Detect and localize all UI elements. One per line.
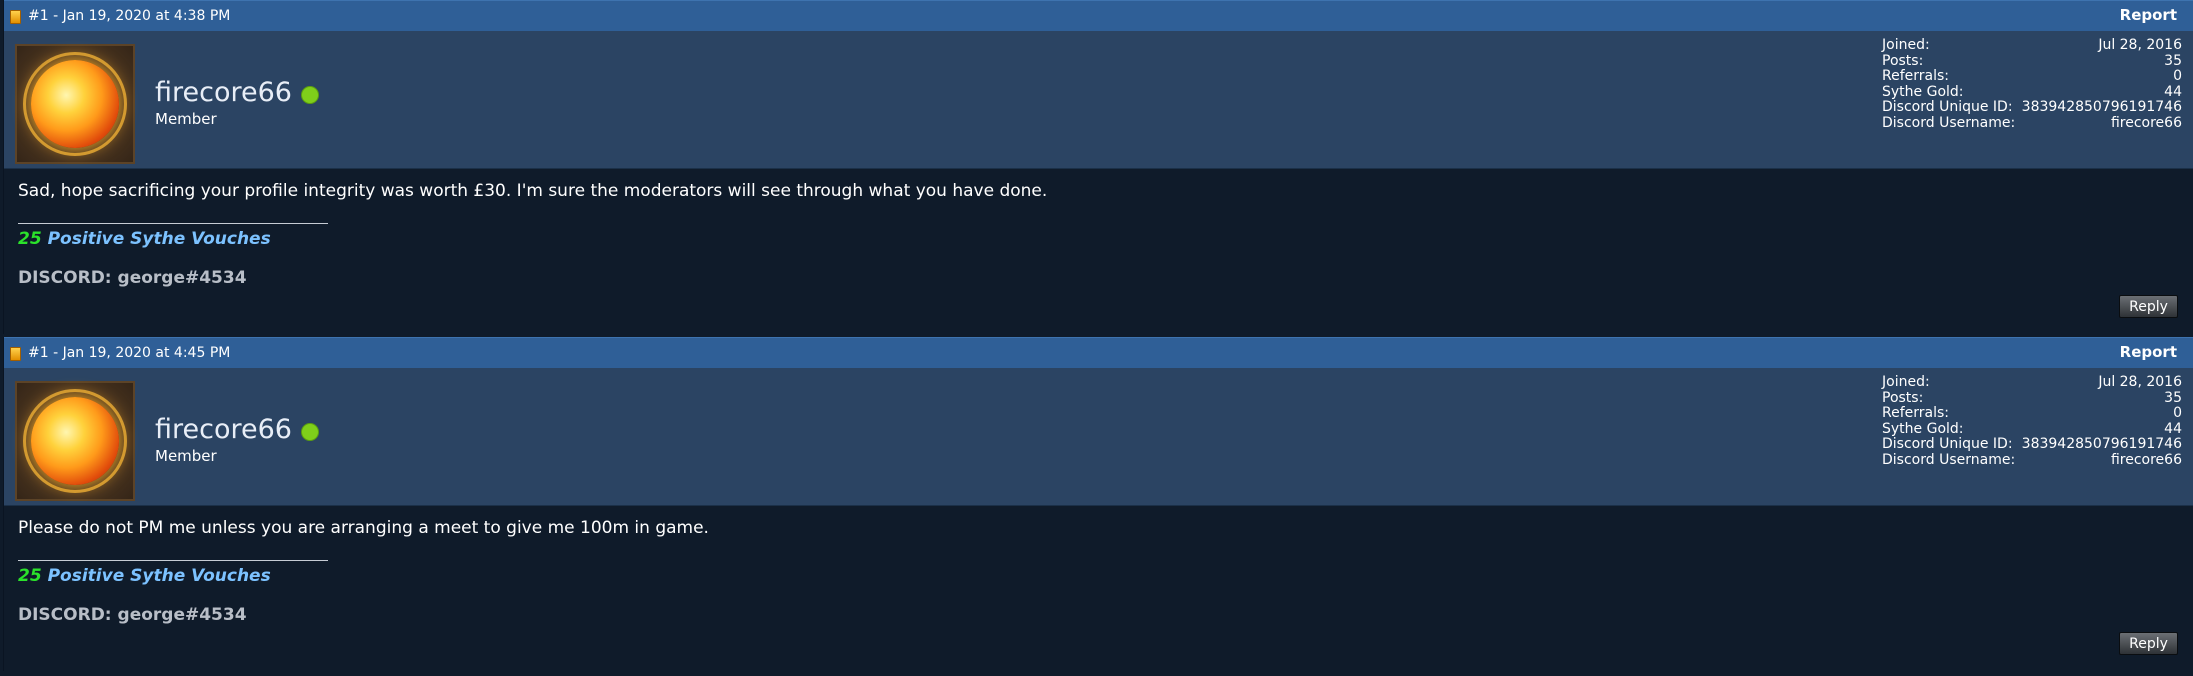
- username[interactable]: firecore66: [155, 77, 292, 109]
- user-info-bar: firecore66 Member Joined: Jul 28, 2016 Po…: [4, 31, 2193, 169]
- post-meta: #1 - Jan 19, 2020 at 4:38 PM: [28, 8, 231, 24]
- signature-divider: [18, 223, 328, 224]
- post-message: Please do not PM me unless you are arran…: [18, 518, 709, 538]
- signature-divider: [18, 560, 328, 561]
- avatar[interactable]: [15, 381, 135, 501]
- stat-posts: Posts: 35: [1882, 389, 2182, 406]
- post-body: Sad, hope sacrificing your profile integ…: [4, 169, 2193, 334]
- stat-discord-id: Discord Unique ID: 383942850796191746: [1882, 436, 2182, 453]
- vouch-link[interactable]: Positive Sythe Vouches: [48, 229, 271, 249]
- user-info-bar: firecore66 Member Joined: Jul 28, 2016 Po…: [4, 368, 2193, 506]
- stat-discord-id: Discord Unique ID: 383942850796191746: [1882, 99, 2182, 116]
- signature-discord: DISCORD: george#4534: [18, 605, 247, 625]
- signature-discord: DISCORD: george#4534: [18, 268, 247, 288]
- stat-joined: Joined: Jul 28, 2016: [1882, 37, 2182, 53]
- post-body: Please do not PM me unless you are arran…: [4, 506, 2193, 671]
- report-link[interactable]: Report: [2120, 7, 2177, 24]
- post-status-icon: [10, 347, 21, 361]
- reply-button[interactable]: Reply: [2119, 632, 2178, 655]
- post-meta: #1 - Jan 19, 2020 at 4:45 PM: [28, 345, 231, 361]
- stat-posts: Posts: 35: [1882, 52, 2182, 69]
- forum-post: #1 - Jan 19, 2020 at 4:38 PM Report fire…: [3, 0, 2193, 334]
- vouch-line: 25 Positive Sythe Vouches: [18, 566, 271, 586]
- reply-button[interactable]: Reply: [2119, 295, 2178, 318]
- stat-sythe-gold: Sythe Gold: 44: [1882, 83, 2182, 100]
- stat-referrals: Referrals: 0: [1882, 405, 2182, 422]
- vouch-count: 25: [18, 566, 42, 586]
- user-title: Member: [155, 447, 217, 465]
- online-indicator-icon: [301, 86, 319, 104]
- forum-post: #1 - Jan 19, 2020 at 4:45 PM Report fire…: [3, 337, 2193, 671]
- stat-sythe-gold: Sythe Gold: 44: [1882, 420, 2182, 437]
- stat-joined: Joined: Jul 28, 2016: [1882, 374, 2182, 390]
- stat-discord-username: Discord Username: firecore66: [1882, 451, 2182, 468]
- user-stats: Joined: Jul 28, 2016 Posts: 35 Referrals: 0…: [1882, 374, 2182, 469]
- username[interactable]: firecore66: [155, 414, 292, 446]
- report-link[interactable]: Report: [2120, 344, 2177, 361]
- vouch-link[interactable]: Positive Sythe Vouches: [48, 566, 271, 586]
- user-title: Member: [155, 110, 217, 128]
- avatar[interactable]: [15, 44, 135, 164]
- post-status-icon: [10, 10, 21, 24]
- vouch-count: 25: [18, 229, 42, 249]
- post-header: #1 - Jan 19, 2020 at 4:38 PM Report: [4, 0, 2193, 33]
- online-indicator-icon: [301, 423, 319, 441]
- stat-referrals: Referrals: 0: [1882, 68, 2182, 85]
- user-stats: Joined: Jul 28, 2016 Posts: 35 Referrals: 0…: [1882, 37, 2182, 132]
- post-header: #1 - Jan 19, 2020 at 4:45 PM Report: [4, 337, 2193, 370]
- vouch-line: 25 Positive Sythe Vouches: [18, 229, 271, 249]
- post-message: Sad, hope sacrificing your profile integ…: [18, 181, 1048, 201]
- stat-discord-username: Discord Username: firecore66: [1882, 114, 2182, 131]
